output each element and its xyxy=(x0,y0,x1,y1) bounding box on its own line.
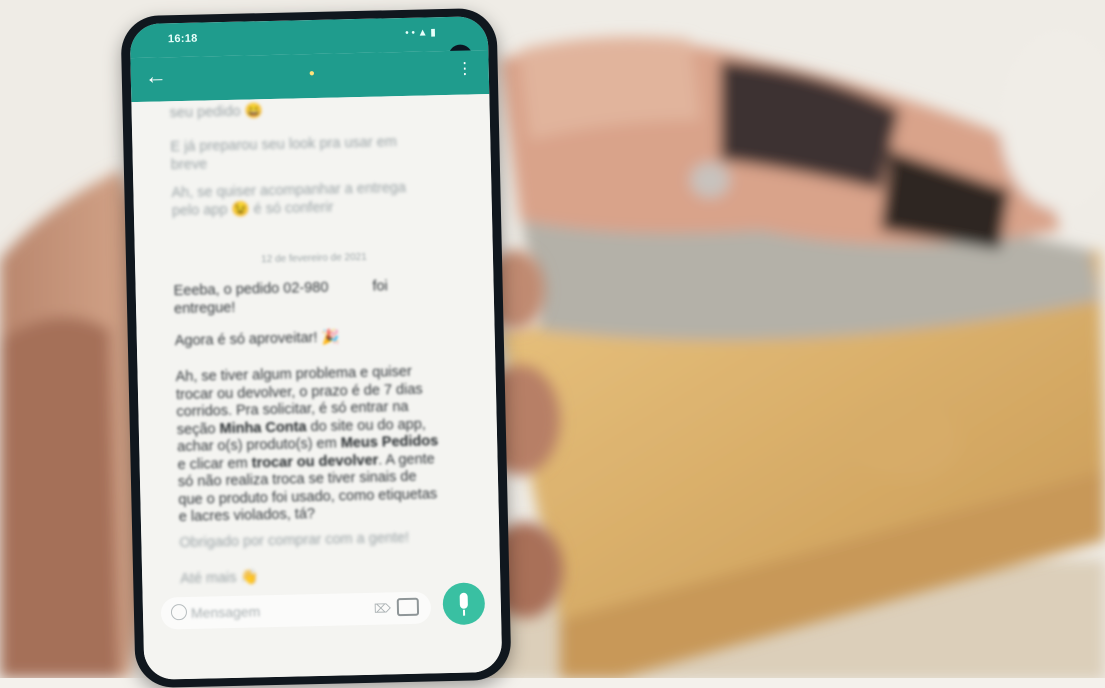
mic-button[interactable] xyxy=(442,582,486,626)
message-text: seu pedido 😀 xyxy=(169,103,263,122)
message-text: E já preparou seu look pra usar em breve xyxy=(170,134,398,173)
attach-icon[interactable]: ⌦ xyxy=(374,601,391,615)
chat-message: Ah, se quiser acompanhar a entrega pelo … xyxy=(171,180,422,221)
arrow-left-icon[interactable]: ← xyxy=(145,63,168,89)
message-text: foi xyxy=(372,278,388,295)
contact-emoji: ● xyxy=(308,67,315,80)
chat-area: seu pedido 😀 E já preparou seu look pra … xyxy=(131,94,503,680)
date-separator: 12 de fevereiro de 2021 xyxy=(261,251,367,266)
mic-icon xyxy=(459,592,468,609)
status-icons: • • ▲ ▮ xyxy=(405,27,437,39)
message-placeholder: Mensagem xyxy=(190,603,261,621)
camera-icon[interactable] xyxy=(396,597,420,617)
more-vert-icon[interactable]: ⋮ xyxy=(456,58,473,78)
message-bold: trocar ou devolver xyxy=(251,452,379,471)
emoji-icon[interactable] xyxy=(170,603,188,621)
chat-message: seu pedido 😀 xyxy=(169,100,419,123)
chat-message: Ah, se tiver algum problema e quiser tro… xyxy=(175,363,441,526)
message-bold: Minha Conta xyxy=(219,418,307,437)
message-text: Até mais 👋 xyxy=(180,569,259,588)
message-text: entregue! xyxy=(173,299,236,317)
message-input[interactable]: Mensagem ⌦ xyxy=(160,591,432,630)
chat-message: Agora é só aproveitar! 🎉 xyxy=(175,328,425,351)
phone-screen: 16:18 • • ▲ ▮ ← ● ⋮ seu pedido 😀 E já pr… xyxy=(129,16,503,680)
smartphone: 16:18 • • ▲ ▮ ← ● ⋮ seu pedido 😀 E já pr… xyxy=(120,7,512,688)
chat-message: E já preparou seu look pra usar em breve xyxy=(170,134,421,175)
message-text: Agora é só aproveitar! 🎉 xyxy=(174,329,340,350)
message-text: Ah, se quiser acompanhar a entrega pelo … xyxy=(171,179,407,219)
message-text: Obrigado por comprar com a gente! xyxy=(179,529,410,552)
message-bold: Meus Pedidos xyxy=(340,433,439,452)
message-text: e clicar em xyxy=(177,455,248,473)
chat-message: Até mais 👋 xyxy=(180,565,430,588)
status-time: 16:18 xyxy=(167,32,198,46)
chat-message: Obrigado por comprar com a gente! xyxy=(179,529,429,552)
chat-message: Eeeba, o pedido 02-980 foi entregue! xyxy=(173,278,424,319)
mic-stem xyxy=(462,609,466,616)
message-text: Eeeba, o pedido 02-980 xyxy=(173,279,329,300)
